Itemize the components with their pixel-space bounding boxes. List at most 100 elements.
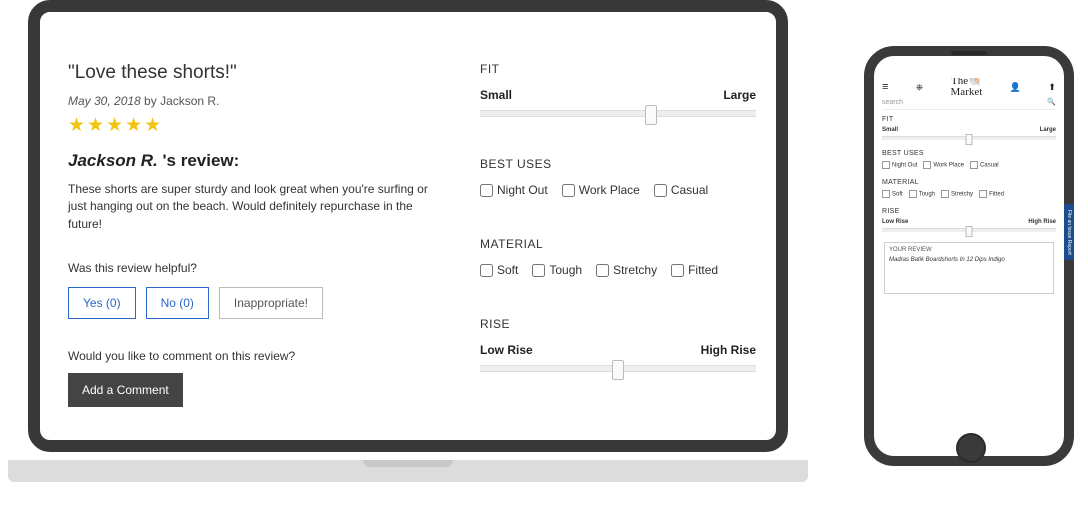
attributes-column: FIT Small Large BEST USES Night Out Work… bbox=[458, 62, 756, 440]
label: Soft bbox=[497, 263, 518, 277]
checkbox[interactable] bbox=[596, 264, 609, 277]
logo-b: Market bbox=[951, 86, 983, 98]
phone-mat-0[interactable]: Soft bbox=[882, 190, 903, 198]
fit-label-right: Large bbox=[723, 88, 756, 102]
laptop-screen: "Love these shorts!" May 30, 2018 by Jac… bbox=[40, 12, 776, 440]
phone-fit-section: FIT Small Large bbox=[882, 116, 1056, 140]
rise-labels: Low Rise High Rise bbox=[480, 343, 756, 357]
comment-question: Would you like to comment on this review… bbox=[68, 349, 448, 363]
phone-mat-3[interactable]: Fitted bbox=[979, 190, 1004, 198]
phone-search[interactable]: search 🔍 bbox=[882, 96, 1056, 110]
label: Casual bbox=[980, 163, 999, 169]
label: Casual bbox=[671, 183, 708, 197]
review-column: "Love these shorts!" May 30, 2018 by Jac… bbox=[68, 62, 458, 440]
label: Stretchy bbox=[951, 192, 973, 198]
material-checks: Soft Tough Stretchy Fitted bbox=[480, 263, 756, 277]
rise-label-right: High Rise bbox=[701, 343, 756, 357]
cart-icon[interactable]: ⬆ bbox=[1048, 82, 1056, 93]
user-icon[interactable]: 👤 bbox=[1010, 82, 1021, 93]
label: Fitted bbox=[989, 192, 1004, 198]
helpful-question: Was this review helpful? bbox=[68, 261, 448, 275]
menu-icon[interactable]: ≡ bbox=[882, 81, 888, 93]
rise-slider-thumb[interactable] bbox=[612, 360, 624, 380]
phone-material-section: MATERIAL Soft Tough Stretchy Fitted bbox=[882, 179, 1056, 198]
phone-logo: The🐚Market bbox=[951, 78, 983, 98]
location-icon[interactable]: ⎈ bbox=[916, 82, 923, 93]
laptop-mockup: "Love these shorts!" May 30, 2018 by Jac… bbox=[8, 0, 808, 490]
phone-fit-slider[interactable] bbox=[882, 136, 1056, 140]
fit-labels: Small Large bbox=[480, 88, 756, 102]
laptop-base bbox=[8, 460, 808, 482]
best-uses-opt-1[interactable]: Work Place bbox=[562, 183, 640, 197]
label: Night Out bbox=[892, 163, 917, 169]
phone-bestuses-title: BEST USES bbox=[882, 150, 1056, 157]
material-opt-1[interactable]: Tough bbox=[532, 263, 582, 277]
label: Work Place bbox=[933, 163, 964, 169]
star-rating: ★★★★★ bbox=[68, 114, 448, 137]
fit-slider[interactable] bbox=[480, 110, 756, 117]
phone-fit-labels: Small Large bbox=[882, 127, 1056, 133]
review-author: Jackson R. bbox=[160, 94, 219, 108]
phone-product-name: Madras Batik Boardshorts In 12 Dips Indi… bbox=[889, 257, 1049, 263]
phone-mat-2[interactable]: Stretchy bbox=[941, 190, 973, 198]
phone-home-button[interactable] bbox=[956, 433, 986, 463]
rise-slider[interactable] bbox=[480, 365, 756, 372]
phone-rise-section: RISE Low Rise High Rise bbox=[882, 208, 1056, 232]
phone-bu-2[interactable]: Casual bbox=[970, 161, 999, 169]
best-uses-opt-0[interactable]: Night Out bbox=[480, 183, 548, 197]
review-date: May 30, 2018 bbox=[68, 94, 141, 108]
phone-rise-title: RISE bbox=[882, 208, 1056, 215]
material-section: MATERIAL Soft Tough Stretchy Fitted bbox=[480, 237, 756, 277]
phone-rise-right: High Rise bbox=[1028, 219, 1056, 225]
phone-bu-0[interactable]: Night Out bbox=[882, 161, 917, 169]
review-heading-suffix: 's review: bbox=[163, 151, 240, 170]
phone-bu-1[interactable]: Work Place bbox=[923, 161, 964, 169]
fit-section: FIT Small Large bbox=[480, 62, 756, 117]
fit-title: FIT bbox=[480, 62, 756, 76]
phone-speaker bbox=[951, 51, 987, 55]
phone-rise-left: Low Rise bbox=[882, 219, 908, 225]
phone-mat-1[interactable]: Tough bbox=[909, 190, 935, 198]
best-uses-opt-2[interactable]: Casual bbox=[654, 183, 708, 197]
checkbox[interactable] bbox=[480, 184, 493, 197]
phone-topbar: ≡ ⎈ The🐚Market 👤 ⬆ bbox=[882, 78, 1056, 96]
checkbox[interactable] bbox=[480, 264, 493, 277]
search-icon[interactable]: 🔍 bbox=[1047, 98, 1056, 106]
phone-bestuses-section: BEST USES Night Out Work Place Casual bbox=[882, 150, 1056, 169]
checkbox[interactable] bbox=[671, 264, 684, 277]
phone-fit-right: Large bbox=[1040, 127, 1056, 133]
rise-section: RISE Low Rise High Rise bbox=[480, 317, 756, 372]
phone-rise-slider[interactable] bbox=[882, 228, 1056, 232]
add-comment-button[interactable]: Add a Comment bbox=[68, 373, 183, 407]
phone-screen: ≡ ⎈ The🐚Market 👤 ⬆ search 🔍 FIT Small La… bbox=[874, 78, 1064, 428]
search-placeholder: search bbox=[882, 99, 903, 106]
review-heading: Jackson R. 's review: bbox=[68, 151, 448, 171]
review-meta: May 30, 2018 by Jackson R. bbox=[68, 94, 448, 108]
label: Night Out bbox=[497, 183, 548, 197]
material-opt-3[interactable]: Fitted bbox=[671, 263, 718, 277]
review-by-prefix: by bbox=[141, 94, 160, 108]
laptop-bezel: "Love these shorts!" May 30, 2018 by Jac… bbox=[28, 0, 788, 452]
phone-fit-title: FIT bbox=[882, 116, 1056, 123]
best-uses-section: BEST USES Night Out Work Place Casual bbox=[480, 157, 756, 197]
material-opt-0[interactable]: Soft bbox=[480, 263, 518, 277]
checkbox[interactable] bbox=[562, 184, 575, 197]
checkbox[interactable] bbox=[532, 264, 545, 277]
phone-rise-thumb[interactable] bbox=[966, 226, 973, 237]
best-uses-checks: Night Out Work Place Casual bbox=[480, 183, 756, 197]
material-opt-2[interactable]: Stretchy bbox=[596, 263, 657, 277]
inappropriate-button[interactable]: Inappropriate! bbox=[219, 287, 323, 319]
feedback-tab[interactable]: File an Issue Report bbox=[1064, 204, 1074, 260]
phone-mockup: ≡ ⎈ The🐚Market 👤 ⬆ search 🔍 FIT Small La… bbox=[864, 46, 1074, 466]
vote-yes-button[interactable]: Yes (0) bbox=[68, 287, 136, 319]
checkbox[interactable] bbox=[654, 184, 667, 197]
phone-fit-thumb[interactable] bbox=[966, 134, 973, 145]
fit-slider-thumb[interactable] bbox=[645, 105, 657, 125]
phone-rise-labels: Low Rise High Rise bbox=[882, 219, 1056, 225]
label: Fitted bbox=[688, 263, 718, 277]
label: Tough bbox=[549, 263, 582, 277]
vote-no-button[interactable]: No (0) bbox=[146, 287, 209, 319]
vote-row: Yes (0) No (0) Inappropriate! bbox=[68, 287, 448, 319]
phone-material-checks: Soft Tough Stretchy Fitted bbox=[882, 190, 1056, 198]
label: Stretchy bbox=[613, 263, 657, 277]
